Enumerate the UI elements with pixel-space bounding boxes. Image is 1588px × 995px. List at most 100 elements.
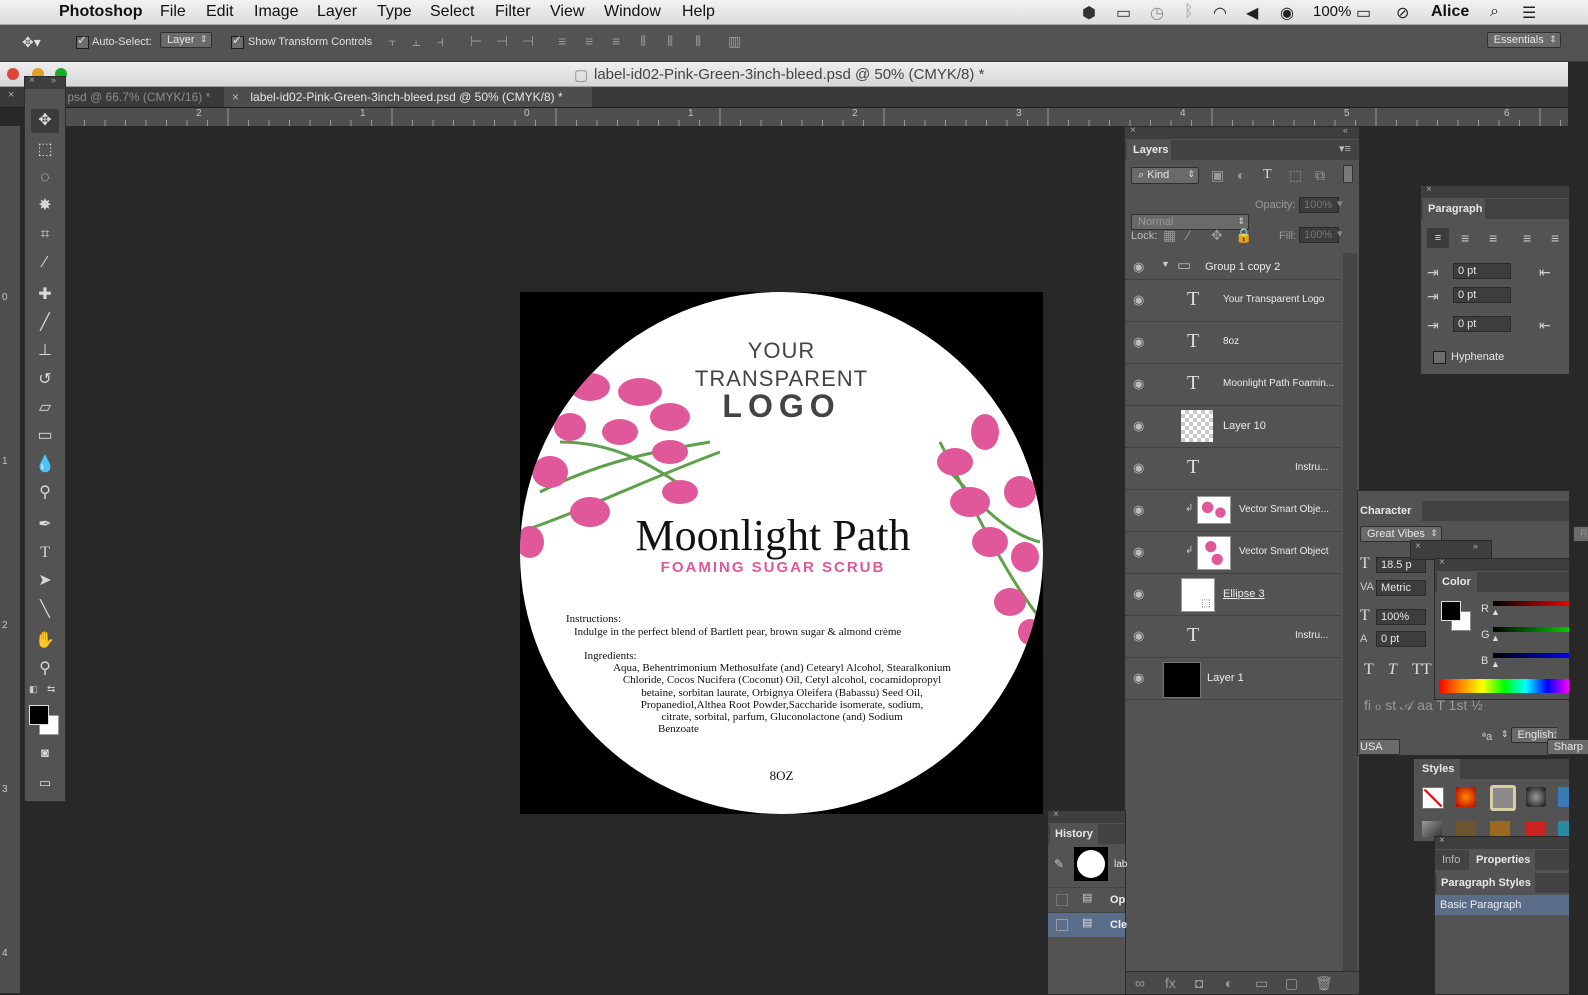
filter-smart-object-icon[interactable]: ⧉ xyxy=(1315,167,1325,184)
style-swatch[interactable] xyxy=(1558,821,1569,837)
tools-panel-header[interactable]: × » xyxy=(25,75,65,89)
hand-tool-icon[interactable]: ✋ xyxy=(31,629,59,653)
layer-row[interactable]: ◉ T Your Transparent Logo xyxy=(1125,280,1341,322)
stamp-tool-icon[interactable]: ⊥ xyxy=(31,339,59,363)
hyphenate-checkbox[interactable] xyxy=(1433,351,1446,364)
filter-kind-dropdown[interactable]: ⌕ Kind xyxy=(1131,167,1199,184)
fill-dropdown-icon[interactable]: ▾ xyxy=(1337,227,1343,240)
faux-italic-icon[interactable]: T xyxy=(1388,661,1397,679)
eye-icon[interactable]: ◉ xyxy=(1133,544,1144,560)
gradient-tool-icon[interactable]: ▭ xyxy=(31,424,59,448)
layer-row[interactable]: ◉ ↲ Vector Smart Obje... xyxy=(1125,490,1341,532)
menu-edit[interactable]: Edit xyxy=(206,3,234,21)
blue-slider-handle[interactable]: ▲ xyxy=(1491,659,1500,669)
distribute-top-icon[interactable]: ≡ xyxy=(558,33,566,49)
align-right-text-icon[interactable]: ≡ xyxy=(1489,230,1497,246)
workspace-dropdown[interactable]: Essentials xyxy=(1486,32,1561,48)
auto-select-checkbox[interactable] xyxy=(76,33,89,49)
auto-select-dropdown[interactable]: Layer xyxy=(160,32,212,48)
add-mask-icon[interactable]: ◘ xyxy=(1195,975,1203,991)
close-panel-icon[interactable]: × xyxy=(1130,125,1136,136)
bluetooth-icon[interactable]: ᛒ xyxy=(1184,3,1194,21)
blur-tool-icon[interactable]: 💧 xyxy=(31,453,59,477)
history-panel-header[interactable]: × xyxy=(1048,809,1125,823)
battery-icon[interactable]: ▭ xyxy=(1356,3,1371,23)
close-panel-icon[interactable]: × xyxy=(1439,835,1445,846)
color-spectrum-ramp[interactable] xyxy=(1439,679,1569,693)
notification-center-icon[interactable]: ☰ xyxy=(1522,3,1536,23)
distribute-hcenter-icon[interactable]: ⦀ xyxy=(667,33,673,50)
distribute-left-icon[interactable]: ⦀ xyxy=(640,33,646,50)
lasso-tool-icon[interactable]: ◌ xyxy=(31,166,59,190)
tab-history[interactable]: History xyxy=(1050,824,1098,844)
quick-mask-icon[interactable]: ◙ xyxy=(31,741,59,765)
justify-all-text-icon[interactable]: ≡ xyxy=(1551,230,1559,246)
marquee-tool-icon[interactable]: ⬚ xyxy=(31,138,59,162)
menu-file[interactable]: File xyxy=(160,3,186,21)
time-machine-icon[interactable]: ◷ xyxy=(1150,3,1164,23)
new-group-icon[interactable]: ▭ xyxy=(1255,975,1268,992)
close-panel-icon[interactable]: × xyxy=(1439,557,1445,568)
green-slider-handle[interactable]: ▲ xyxy=(1491,633,1500,643)
status-icon[interactable]: ⊘ xyxy=(1396,3,1409,23)
history-brush-tool-icon[interactable]: ↺ xyxy=(31,368,59,392)
auto-align-icon[interactable]: ▥ xyxy=(728,33,741,50)
layer-row[interactable]: ◉ T Instru... xyxy=(1125,448,1341,490)
menu-view[interactable]: View xyxy=(550,3,584,21)
paragraph-panel-header[interactable]: × xyxy=(1421,184,1569,198)
default-colors-icon[interactable]: ◧ xyxy=(29,684,38,695)
layer-style-icon[interactable]: fx xyxy=(1165,975,1176,991)
all-caps-icon[interactable]: TT xyxy=(1412,661,1432,679)
blend-mode-dropdown[interactable]: Normal xyxy=(1131,214,1249,230)
wifi-icon[interactable]: ◠ xyxy=(1213,3,1227,23)
layer-row[interactable]: ◉ ↲ Vector Smart Object xyxy=(1125,532,1341,574)
layer-row[interactable]: ◉ ▼ ▭ Group 1 copy 2 xyxy=(1125,253,1341,280)
eye-icon[interactable]: ◉ xyxy=(1133,418,1144,434)
history-brush-icon[interactable]: ✎ xyxy=(1054,857,1064,871)
menu-filter[interactable]: Filter xyxy=(495,3,531,21)
menu-type[interactable]: Type xyxy=(377,3,412,21)
red-slider-handle[interactable]: ▲ xyxy=(1491,607,1500,617)
history-source-checkbox[interactable] xyxy=(1056,919,1068,931)
align-center-text-icon[interactable]: ≡ xyxy=(1461,230,1469,246)
layers-panel-header[interactable]: × « xyxy=(1125,125,1359,139)
disclosure-triangle-icon[interactable]: ▼ xyxy=(1161,259,1170,269)
space-before-field[interactable]: 0 pt xyxy=(1453,316,1511,332)
distribute-vcenter-icon[interactable]: ≡ xyxy=(585,33,593,49)
kerning-field[interactable]: Metric xyxy=(1376,580,1426,596)
history-item[interactable]: ▤ Op xyxy=(1048,888,1125,913)
eye-icon[interactable]: ◉ xyxy=(1133,670,1144,686)
close-panel-icon[interactable]: × xyxy=(8,89,14,101)
lock-pixels-icon[interactable]: ⁄ xyxy=(1187,227,1189,243)
layer-row[interactable]: ◉ ⬚ Ellipse 3 xyxy=(1125,574,1341,616)
menu-window[interactable]: Window xyxy=(604,3,661,21)
layer-row[interactable]: ◉ T Instru... xyxy=(1125,616,1341,658)
panel-menu-icon[interactable]: ▾≡ xyxy=(1339,142,1351,155)
font-style-dropdown[interactable]: Regular xyxy=(1572,526,1588,542)
align-hcenter-icon[interactable]: ⊣ xyxy=(496,33,508,50)
justify-text-icon[interactable]: ≡ xyxy=(1523,230,1531,246)
align-right-icon[interactable]: ⊣ xyxy=(522,33,534,50)
style-swatch[interactable] xyxy=(1456,821,1476,837)
close-panel-icon[interactable]: × xyxy=(1415,541,1421,552)
healing-brush-tool-icon[interactable]: ✚ xyxy=(31,283,59,307)
align-left-icon[interactable]: ⊢ xyxy=(470,33,482,50)
distribute-bottom-icon[interactable]: ≡ xyxy=(612,33,620,49)
move-tool-icon[interactable]: ✥ xyxy=(31,109,59,133)
filter-shape-icon[interactable]: ⬚ xyxy=(1289,167,1302,184)
path-selection-tool-icon[interactable]: ➤ xyxy=(31,569,59,593)
collapse-panel-icon[interactable]: « xyxy=(1343,125,1348,135)
eyedropper-tool-icon[interactable]: ⁄ xyxy=(31,251,59,275)
filter-adjustment-icon[interactable]: ◐ xyxy=(1237,167,1245,183)
lock-transparency-icon[interactable]: ▦ xyxy=(1163,227,1176,244)
history-snapshot-row[interactable]: ✎ lab xyxy=(1048,845,1127,888)
eye-icon[interactable]: ◉ xyxy=(1133,376,1144,392)
layer-row[interactable]: ◉ T 8oz xyxy=(1125,322,1341,364)
eye-icon[interactable]: ◉ xyxy=(1133,586,1144,602)
distribute-right-icon[interactable]: ⦀ xyxy=(695,33,701,50)
style-none-swatch[interactable] xyxy=(1422,787,1444,809)
tab-styles[interactable]: Styles xyxy=(1414,759,1460,779)
style-swatch[interactable] xyxy=(1558,787,1569,807)
blue-slider[interactable] xyxy=(1493,653,1569,658)
link-layers-icon[interactable]: ∞ xyxy=(1135,975,1145,991)
